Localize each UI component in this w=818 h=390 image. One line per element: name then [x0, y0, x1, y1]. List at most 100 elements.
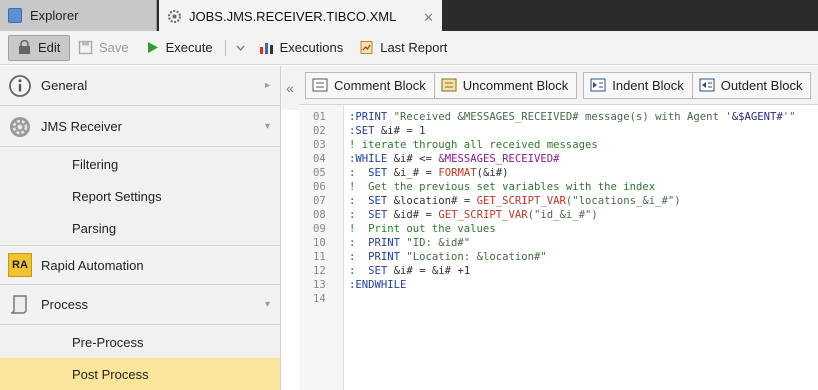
code-line[interactable]: :SET &i# = 1 — [344, 124, 818, 138]
uncomment-block-button[interactable]: Uncomment Block — [433, 71, 578, 99]
code-line[interactable]: : SET &i_# = FORMAT(&i#) — [344, 166, 818, 180]
bar-chart-icon — [259, 40, 274, 55]
indent-icon — [590, 78, 606, 92]
nav-item-post-process[interactable]: Post Process — [0, 358, 280, 390]
nav-section-general[interactable]: General ▸ — [0, 66, 280, 106]
nav-section-rapid-automation[interactable]: RA Rapid Automation — [0, 245, 280, 285]
nav-item-label: Filtering — [72, 156, 119, 172]
comment-block-label: Comment Block — [334, 77, 426, 93]
code-token: &i# = 1 — [374, 125, 426, 137]
indent-block-button[interactable]: Indent Block — [583, 71, 693, 99]
code-token: '" — [782, 111, 796, 123]
code-line[interactable]: :WHILE &i# <= &MESSAGES_RECEIVED# — [344, 152, 818, 166]
line-number: 01 — [313, 111, 326, 123]
code-line[interactable] — [344, 292, 818, 306]
code-token: ("id_&i_#") — [527, 209, 598, 221]
line-number: 09 — [313, 223, 326, 235]
chevron-down-icon: ▾ — [264, 299, 270, 310]
code-token: &$AGENT# — [731, 111, 783, 123]
code-line[interactable]: : PRINT "Location: &location#" — [344, 250, 818, 264]
line-number: 03 — [313, 139, 326, 151]
gear-icon — [167, 9, 181, 24]
line-number: 14 — [313, 293, 326, 305]
code-token: &MESSAGES_RECEIVED# — [438, 153, 560, 165]
report-icon — [359, 40, 374, 55]
code-line[interactable]: : SET &id# = GET_SCRIPT_VAR("id_&i_#") — [344, 208, 818, 222]
nav-process-label: Process — [41, 297, 88, 312]
code-token: : SET — [349, 195, 388, 207]
executions-button[interactable]: Executions — [251, 35, 352, 61]
tab-explorer[interactable]: Explorer — [0, 0, 157, 31]
code-line[interactable]: :ENDWHILE — [344, 278, 818, 292]
collapse-sidebar-button[interactable]: « — [281, 66, 299, 110]
code-token: (&i#) — [476, 167, 509, 179]
code-line[interactable]: : SET &location# = GET_SCRIPT_VAR("locat… — [344, 194, 818, 208]
save-label: Save — [99, 40, 129, 55]
nav-section-process[interactable]: Process ▾ — [0, 285, 280, 325]
code-line[interactable]: : SET &i# = &i# +1 — [344, 264, 818, 278]
code-token: :SET — [349, 125, 375, 137]
code-token: &i# <= — [387, 153, 439, 165]
tab-job[interactable]: JOBS.JMS.RECEIVER.TIBCO.XML ✕ — [159, 0, 442, 31]
play-icon — [145, 40, 160, 55]
left-nav: General ▸ JMS Receiver ▾ Filtering Repor… — [0, 66, 281, 390]
nav-jms-label: JMS Receiver — [41, 119, 122, 134]
line-number: 06 — [313, 181, 326, 193]
tab-bar: Explorer JOBS.JMS.RECEIVER.TIBCO.XML ✕ — [0, 0, 818, 31]
code-token: : SET — [349, 209, 388, 221]
code-token: GET_SCRIPT_VAR — [476, 195, 566, 207]
code-token: ! Get the previous set variables with th… — [349, 181, 656, 193]
save-button[interactable]: Save — [70, 35, 137, 61]
outdent-block-label: Outdent Block — [720, 77, 803, 93]
line-number: 10 — [313, 237, 326, 249]
line-number: 05 — [313, 167, 326, 179]
edit-label: Edit — [38, 40, 61, 55]
editor-toolbar: Comment Block Uncomment Block Indent Blo… — [299, 66, 818, 105]
code-line[interactable]: ! Get the previous set variables with th… — [344, 180, 818, 194]
code-token: FORMAT — [438, 167, 477, 179]
process-icon — [8, 293, 32, 317]
close-icon[interactable]: ✕ — [423, 10, 434, 26]
info-icon — [8, 74, 32, 98]
comment-block-button[interactable]: Comment Block — [305, 71, 435, 99]
code-token: ! Print out the values — [349, 223, 496, 235]
code-token: : PRINT — [349, 237, 401, 249]
execute-label: Execute — [165, 40, 213, 55]
code-token: "Location: &location#" — [400, 251, 547, 263]
code-token: "Received &MESSAGES_RECEIVED# message(s)… — [387, 111, 732, 123]
code-token: &i# = &i# +1 — [387, 265, 471, 277]
comment-icon — [312, 78, 328, 92]
nav-section-jms-receiver[interactable]: JMS Receiver ▾ — [0, 107, 280, 147]
nav-general-label: General — [41, 78, 88, 93]
chevron-right-icon: ▸ — [264, 80, 270, 91]
last-report-button[interactable]: Last Report — [351, 35, 455, 61]
nav-item-report-settings[interactable]: Report Settings — [0, 180, 280, 212]
edit-button[interactable]: Edit — [8, 34, 70, 61]
toolbar-divider — [224, 39, 226, 56]
code-line[interactable]: ! iterate through all received messages — [344, 138, 818, 152]
execute-dropdown-icon[interactable] — [230, 42, 251, 54]
save-icon — [78, 40, 93, 55]
outdent-block-button[interactable]: Outdent Block — [691, 71, 812, 99]
indent-block-label: Indent Block — [612, 77, 684, 93]
nav-rapid-automation-label: Rapid Automation — [41, 257, 144, 273]
nav-item-filtering[interactable]: Filtering — [0, 148, 280, 180]
code-line[interactable]: ! Print out the values — [344, 222, 818, 236]
line-number: 07 — [313, 195, 326, 207]
code-token: &i_# = — [387, 167, 439, 179]
main-toolbar: Edit Save Execute Executions Last Report — [0, 31, 818, 65]
code-token: &id# = — [387, 209, 439, 221]
execute-button[interactable]: Execute — [137, 35, 221, 61]
nav-item-parsing[interactable]: Parsing — [0, 212, 280, 244]
code-token: :ENDWHILE — [349, 279, 407, 291]
code-area[interactable]: :PRINT "Received &MESSAGES_RECEIVED# mes… — [344, 110, 818, 306]
last-report-label: Last Report — [380, 40, 448, 55]
code-editor[interactable]: 01 02 03 04 05 06 07 08 09 10 11 12 13 14 :PRINT "Rec… — [299, 105, 818, 390]
code-token: :PRINT — [349, 111, 388, 123]
nav-item-pre-process[interactable]: Pre-Process — [0, 326, 280, 358]
code-token: ! iterate through all received messages — [349, 139, 598, 151]
code-line[interactable]: :PRINT "Received &MESSAGES_RECEIVED# mes… — [344, 110, 818, 124]
uncomment-icon — [441, 78, 457, 92]
line-number: 04 — [313, 153, 326, 165]
code-line[interactable]: : PRINT "ID: &id#" — [344, 236, 818, 250]
